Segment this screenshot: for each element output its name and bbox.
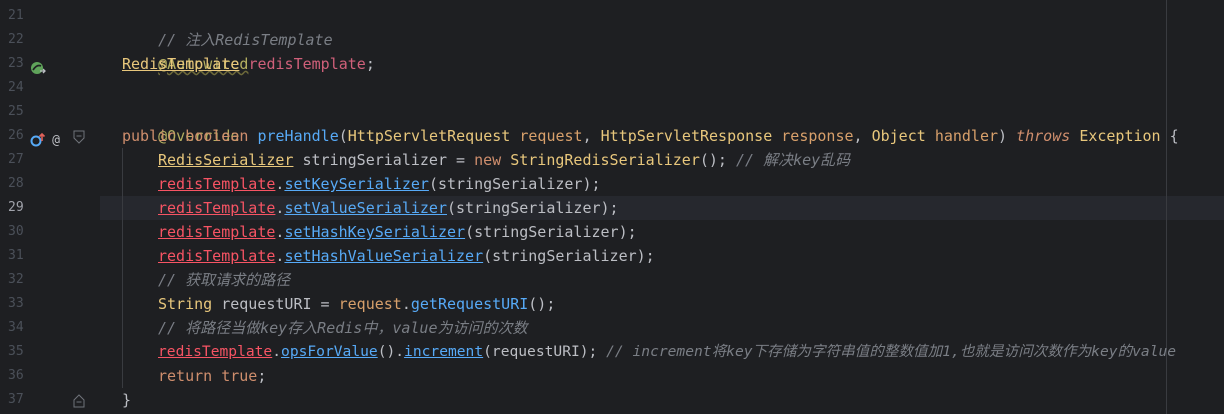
comment: // 解决key乱码: [736, 151, 851, 169]
field-name: redisTemplate: [248, 55, 366, 73]
code-line-29[interactable]: redisTemplate.setValueSerializer(stringS…: [158, 196, 619, 220]
line-number-current: 29: [8, 200, 24, 215]
field-ref: redisTemplate: [158, 343, 273, 360]
type-name: HttpServletRequest: [347, 127, 511, 145]
code-text: ().: [377, 343, 405, 360]
editor-gutter: 21 22 23 24 25 26 27 28 29 30 31 32 33 3…: [0, 0, 100, 414]
paren: (: [338, 127, 348, 145]
line-number: 25: [8, 104, 24, 119]
indent-guide: [122, 148, 123, 388]
paren: ): [998, 127, 1017, 145]
code-text: (stringSerializer);: [483, 247, 655, 265]
semicolon: ;: [257, 367, 267, 385]
fold-close-icon[interactable]: [73, 394, 85, 408]
method-call: getRequestURI: [410, 295, 529, 313]
line-number: 21: [8, 8, 24, 23]
method-name: preHandle: [257, 127, 339, 145]
code-text: stringSerializer =: [293, 151, 475, 169]
bean-injection-icon[interactable]: [30, 60, 46, 76]
type-name: RedisTemplate: [122, 55, 240, 73]
code-line-27[interactable]: RedisSerializer stringSerializer = new S…: [158, 148, 850, 172]
code-line-23[interactable]: RedisTemplate redisTemplate;: [122, 52, 375, 76]
comment: // 获取请求的路径: [158, 271, 291, 289]
code-line-34[interactable]: // 将路径当做key存入Redis中，value为访问的次数: [158, 316, 528, 340]
fold-open-icon[interactable]: [73, 130, 85, 144]
line-number: 37: [8, 392, 24, 407]
comma: ,: [853, 127, 872, 145]
param-ref: request: [338, 295, 402, 313]
code-line-28[interactable]: redisTemplate.setKeySerializer(stringSer…: [158, 172, 601, 196]
code-line-37[interactable]: }: [122, 388, 131, 412]
keyword: throws: [1016, 127, 1071, 145]
line-number: 32: [8, 272, 24, 287]
line-number: 35: [8, 344, 24, 359]
code-line-21[interactable]: // 注入RedisTemplate: [122, 4, 333, 49]
code-text: ();: [528, 295, 556, 313]
code-line-36[interactable]: return true;: [158, 364, 266, 388]
field-ref: redisTemplate: [158, 175, 276, 193]
param-name: response: [781, 127, 854, 145]
field-ref: redisTemplate: [158, 247, 276, 265]
keyword: true: [221, 367, 258, 385]
line-number: 28: [8, 176, 24, 191]
keyword: return: [158, 367, 213, 385]
code-line-26[interactable]: public boolean preHandle(HttpServletRequ…: [122, 124, 1179, 148]
method-call: setKeySerializer: [284, 175, 429, 193]
code-line-33[interactable]: String requestURI = request.getRequestUR…: [158, 292, 555, 316]
code-editor[interactable]: 21 22 23 24 25 26 27 28 29 30 31 32 33 3…: [0, 0, 1224, 414]
method-call: setValueSerializer: [284, 199, 447, 217]
code-text: (stringSerializer);: [428, 175, 601, 193]
keyword: new: [474, 151, 502, 169]
field-ref: redisTemplate: [158, 223, 276, 241]
code-line-32[interactable]: // 获取请求的路径: [158, 268, 290, 292]
code-text: (stringSerializer);: [447, 199, 619, 217]
param-name: handler: [934, 127, 999, 145]
method-call: setHashValueSerializer: [284, 247, 484, 265]
line-number: 22: [8, 32, 24, 47]
comment: // increment将key下存储为字符串值的整数值加1,也就是访问次数作为…: [606, 343, 1177, 360]
code-line-25[interactable]: @Override: [122, 100, 239, 145]
semicolon: ;: [365, 55, 375, 73]
code-line-30[interactable]: redisTemplate.setHashKeySerializer(strin…: [158, 220, 637, 244]
line-number: 23: [8, 56, 24, 71]
brace: }: [122, 391, 132, 409]
line-number: 27: [8, 152, 24, 167]
keyword: boolean: [185, 127, 249, 145]
method-call: opsForValue: [281, 343, 378, 360]
keyword: public: [122, 127, 177, 145]
override-method-icon[interactable]: [30, 132, 46, 148]
annotation-at-icon[interactable]: @: [49, 132, 63, 148]
line-number: 36: [8, 368, 24, 383]
dot: .: [272, 343, 282, 360]
code-text: (requestURI);: [483, 343, 607, 360]
line-number: 33: [8, 296, 24, 311]
param-name: request: [519, 127, 583, 145]
method-call: increment: [404, 343, 484, 360]
line-number: 26: [8, 128, 24, 143]
code-line-31[interactable]: redisTemplate.setHashValueSerializer(str…: [158, 244, 655, 268]
line-number: 24: [8, 80, 24, 95]
type-name: Object: [871, 127, 926, 145]
dot: .: [401, 295, 411, 313]
field-ref: redisTemplate: [158, 199, 276, 217]
comment: // 将路径当做key存入Redis中，value为访问的次数: [158, 319, 528, 337]
line-number: 31: [8, 248, 24, 263]
type-name: String: [158, 295, 213, 313]
type-name: RedisSerializer: [158, 151, 294, 169]
comma: ,: [582, 127, 601, 145]
line-number: 30: [8, 224, 24, 239]
code-text: (stringSerializer);: [465, 223, 637, 241]
type-name: HttpServletResponse: [600, 127, 773, 145]
code-text: ();: [699, 151, 736, 169]
code-line-22[interactable]: @Autowired: [122, 28, 248, 73]
line-number: 34: [8, 320, 24, 335]
type-name: StringRedisSerializer: [510, 151, 700, 169]
brace: {: [1160, 127, 1179, 145]
code-text: requestURI =: [212, 295, 339, 313]
type-name: Exception: [1079, 127, 1161, 145]
code-line-35[interactable]: redisTemplate.opsForValue().increment(re…: [158, 340, 1176, 364]
method-call: setHashKeySerializer: [284, 223, 466, 241]
